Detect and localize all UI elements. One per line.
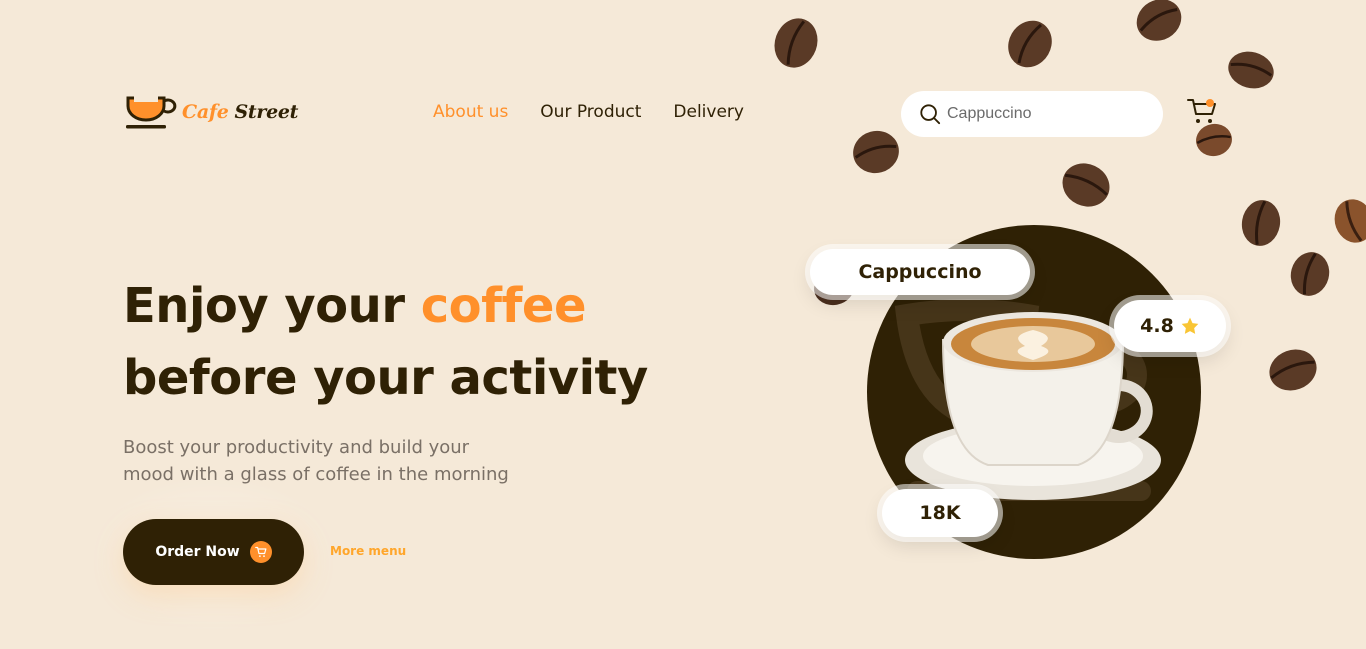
search-input[interactable]	[947, 105, 1147, 123]
coffee-bean-icon	[1196, 123, 1232, 157]
nav-item-about-us[interactable]: About us	[433, 102, 508, 122]
main-nav: About us Our Product Delivery	[433, 102, 744, 122]
order-cart-icon	[249, 541, 272, 563]
headline-accent: coffee	[420, 278, 587, 334]
product-name: Cappuccino	[858, 261, 982, 283]
brand-name-part2: Street	[234, 101, 299, 123]
order-count-badge: 18K	[882, 489, 998, 537]
product-name-badge: Cappuccino	[810, 249, 1030, 295]
order-count: 18K	[919, 502, 961, 524]
search-icon	[920, 104, 941, 125]
coffee-bean-icon	[1008, 20, 1052, 68]
headline-line2: before your activity	[123, 350, 648, 406]
coffee-bean-icon	[1228, 51, 1274, 89]
cart-notification-dot	[1206, 99, 1214, 107]
coffee-bean-icon	[1136, 0, 1182, 41]
star-icon	[1181, 317, 1199, 334]
subtext-line1: Boost your productivity and build your	[123, 437, 470, 458]
more-menu-link[interactable]: More menu	[330, 544, 406, 558]
nav-item-our-product[interactable]: Our Product	[540, 102, 641, 122]
headline-part1: Enjoy your	[123, 278, 405, 334]
coffee-bean-icon	[774, 18, 818, 68]
coffee-bean-icon	[853, 130, 899, 174]
search-bar[interactable]	[901, 91, 1163, 137]
rating-badge: 4.8	[1114, 300, 1226, 352]
coffee-bean-icon	[1290, 252, 1330, 296]
coffee-bean-icon	[1269, 349, 1317, 391]
brand-name-part1: Cafe	[182, 101, 229, 123]
coffee-bean-icon	[1334, 199, 1366, 243]
order-now-button[interactable]: Order Now	[123, 519, 304, 585]
brand-logo[interactable]: Cafe Street	[126, 94, 298, 130]
rating-value: 4.8	[1140, 315, 1174, 337]
nav-item-delivery[interactable]: Delivery	[673, 102, 744, 122]
coffee-bean-icon	[1241, 200, 1281, 246]
coffee-bean-icon	[1062, 163, 1110, 207]
hero-headline: Enjoy your coffee before your activity	[123, 270, 648, 414]
brand-name: Cafe Street	[182, 101, 298, 123]
coffee-cup-logo-icon	[126, 96, 177, 129]
order-now-label: Order Now	[155, 544, 240, 560]
